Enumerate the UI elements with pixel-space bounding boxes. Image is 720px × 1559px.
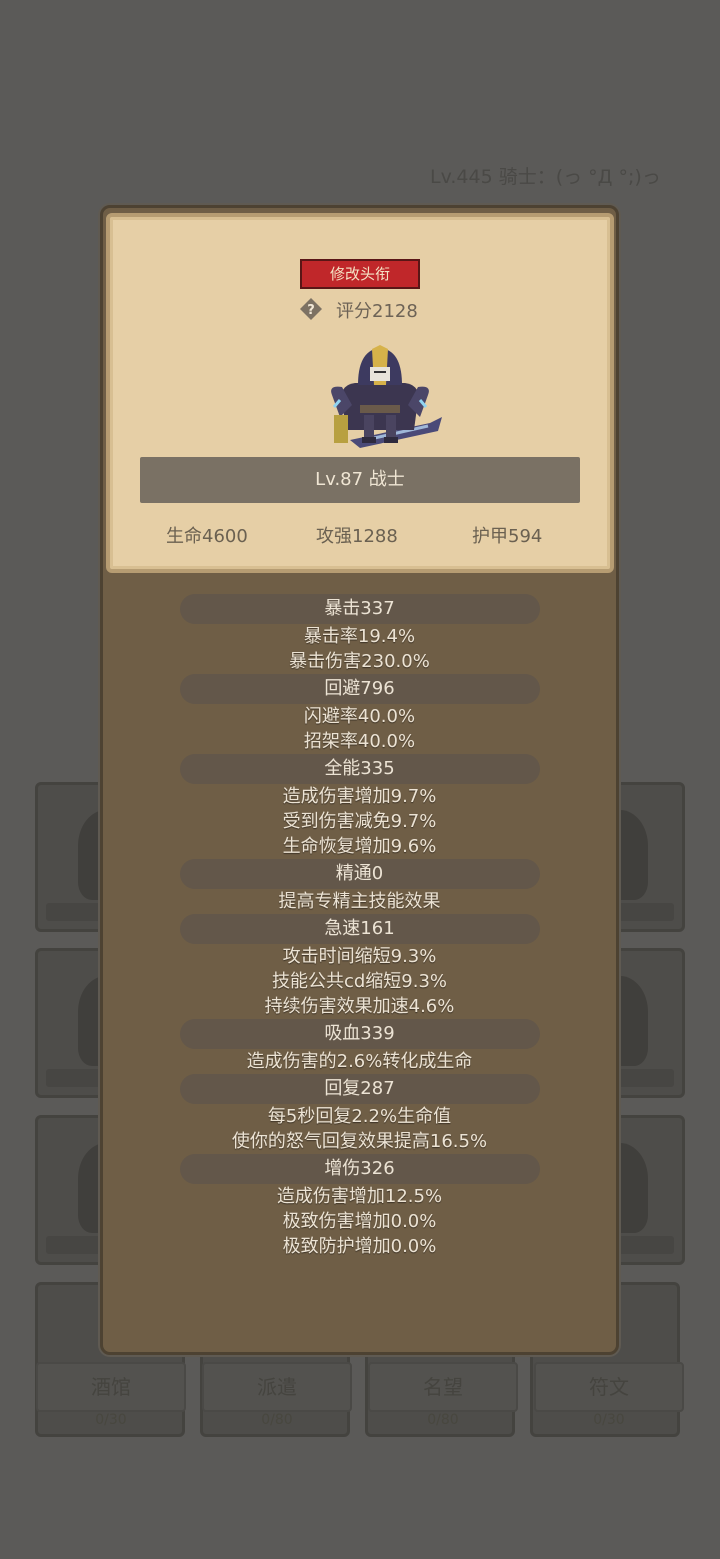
stat-group-mastery: 精通0 提高专精主技能效果 xyxy=(100,859,619,914)
stat-line: 极致伤害增加0.0% xyxy=(282,1211,437,1232)
hp-stat: 生命4600 xyxy=(166,526,248,547)
stat-group-header: 吸血339 xyxy=(179,1019,540,1049)
tab-tavern[interactable]: 酒馆 xyxy=(36,1362,186,1412)
stat-group-crit: 暴击337 暴击率19.4% 暴击伤害230.0% xyxy=(100,594,619,674)
tab-runes[interactable]: 符文 xyxy=(534,1362,684,1412)
stat-line: 提高专精主技能效果 xyxy=(278,891,441,912)
stat-group-damage-bonus: 增伤326 造成伤害增加12.5% 极致伤害增加0.0% 极致防护增加0.0% xyxy=(100,1154,619,1259)
tab-count: 0/30 xyxy=(593,1412,625,1428)
stat-line: 造成伤害增加9.7% xyxy=(282,786,437,807)
stat-line: 攻击时间缩短9.3% xyxy=(282,946,437,967)
stat-group-header: 急速161 xyxy=(179,914,540,944)
stats-list: 暴击337 暴击率19.4% 暴击伤害230.0% 回避796 闪避率40.0%… xyxy=(100,594,619,1259)
stat-line: 暴击率19.4% xyxy=(303,626,416,647)
stat-group-haste: 急速161 攻击时间缩短9.3% 技能公共cd缩短9.3% 持续伤害效果加速4.… xyxy=(100,914,619,1019)
score-text: 评分2128 xyxy=(336,301,418,322)
stat-group-versatility: 全能335 造成伤害增加9.7% 受到伤害减免9.7% 生命恢复增加9.6% xyxy=(100,754,619,859)
stat-line: 闪避率40.0% xyxy=(303,706,416,727)
svg-text:?: ? xyxy=(307,303,315,318)
stat-group-header: 精通0 xyxy=(179,859,540,889)
stat-group-header: 回避796 xyxy=(179,674,540,704)
stat-group-recovery: 回复287 每5秒回复2.2%生命值 使你的怒气回复效果提高16.5% xyxy=(100,1074,619,1154)
stat-line: 技能公共cd缩短9.3% xyxy=(271,971,448,992)
stat-group-lifesteal: 吸血339 造成伤害的2.6%转化成生命 xyxy=(100,1019,619,1074)
stat-group-header: 全能335 xyxy=(179,754,540,784)
stat-line: 使你的怒气回复效果提高16.5% xyxy=(231,1131,488,1152)
attack-stat: 攻强1288 xyxy=(316,526,398,547)
stat-group-dodge: 回避796 闪避率40.0% 招架率40.0% xyxy=(100,674,619,754)
stat-line: 持续伤害效果加速4.6% xyxy=(264,996,455,1017)
stat-line: 造成伤害增加12.5% xyxy=(276,1186,443,1207)
stat-group-header: 增伤326 xyxy=(179,1154,540,1184)
armor-stat: 护甲594 xyxy=(472,526,543,547)
tab-dispatch[interactable]: 派遣 xyxy=(202,1362,352,1412)
tab-count: 0/80 xyxy=(261,1412,293,1428)
stat-line: 暴击伤害230.0% xyxy=(289,651,430,672)
tab-count: 0/30 xyxy=(95,1412,127,1428)
stat-line: 受到伤害减免9.7% xyxy=(282,811,437,832)
question-icon[interactable]: ? xyxy=(299,297,323,321)
stat-group-header: 回复287 xyxy=(179,1074,540,1104)
stat-line: 每5秒回复2.2%生命值 xyxy=(267,1106,452,1127)
tab-fame[interactable]: 名望 xyxy=(368,1362,518,1412)
stat-group-header: 暴击337 xyxy=(179,594,540,624)
stat-line: 造成伤害的2.6%转化成生命 xyxy=(246,1051,473,1072)
player-info: Lv.445 骑士：(っ °Д °;)っ xyxy=(430,166,661,188)
stat-line: 极致防护增加0.0% xyxy=(282,1236,437,1257)
edit-title-button[interactable]: 修改头衔 xyxy=(300,259,420,289)
tab-count: 0/80 xyxy=(427,1412,459,1428)
level-class-bar: Lv.87 战士 xyxy=(140,457,580,503)
stat-line: 生命恢复增加9.6% xyxy=(282,836,437,857)
warrior-character-icon xyxy=(331,345,442,448)
stat-line: 招架率40.0% xyxy=(303,731,416,752)
